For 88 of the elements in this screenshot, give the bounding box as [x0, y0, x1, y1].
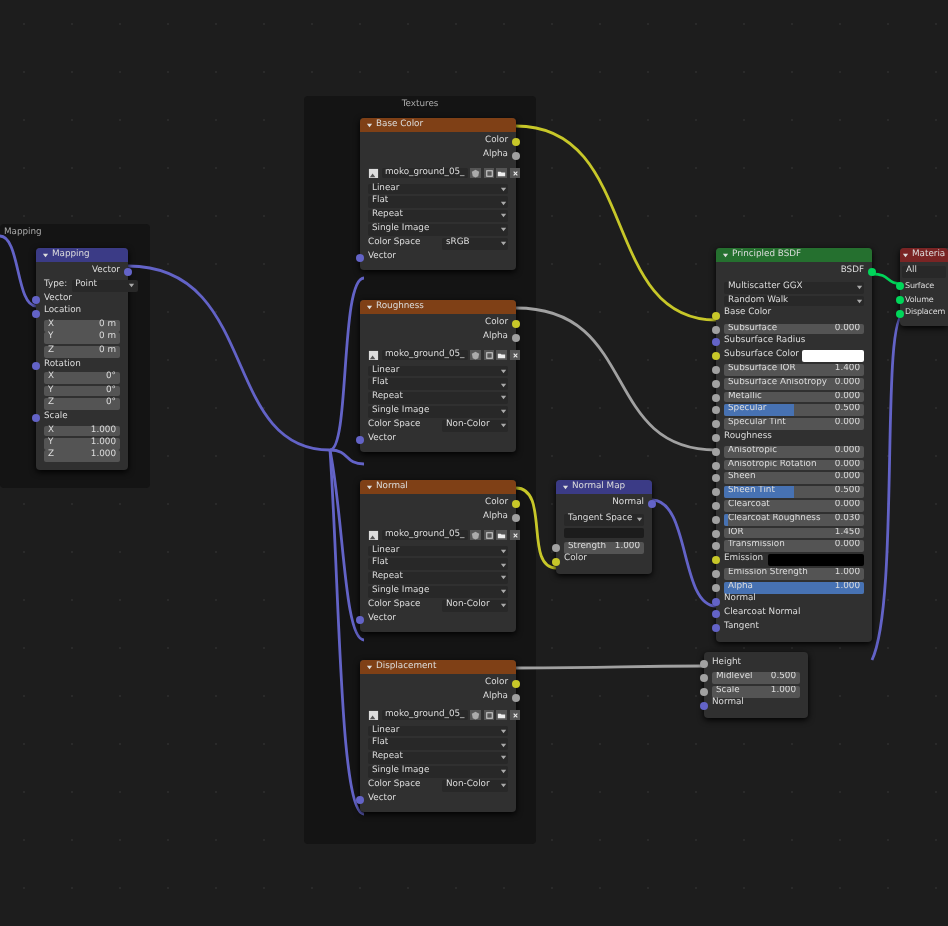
- caret-icon[interactable]: [366, 663, 373, 671]
- color-swatch[interactable]: [767, 554, 864, 567]
- socket-dot[interactable]: [32, 295, 40, 304]
- close-icon[interactable]: [509, 529, 521, 541]
- folder-icon[interactable]: [496, 709, 508, 721]
- socket-dot[interactable]: [512, 334, 520, 343]
- node-link: [515, 486, 557, 570]
- socket-dot[interactable]: [712, 433, 720, 442]
- color-swatch[interactable]: [802, 350, 864, 363]
- shield-icon[interactable]: [470, 709, 482, 721]
- socket-dot[interactable]: [712, 610, 720, 619]
- socket-dot[interactable]: [712, 542, 720, 551]
- socket-dot[interactable]: [868, 268, 876, 277]
- socket-dot[interactable]: [712, 311, 720, 320]
- copy-icon[interactable]: [483, 349, 495, 361]
- socket-dot[interactable]: [356, 435, 364, 444]
- socket-dot[interactable]: [552, 557, 560, 566]
- caret-icon[interactable]: [902, 251, 909, 259]
- socket-dot[interactable]: [356, 795, 364, 804]
- socket-dot[interactable]: [356, 253, 364, 262]
- close-icon[interactable]: [509, 709, 521, 721]
- socket-dot[interactable]: [712, 352, 720, 361]
- socket-dot[interactable]: [124, 268, 132, 277]
- socket-dot[interactable]: [712, 447, 720, 456]
- shield-icon[interactable]: [470, 349, 482, 361]
- socket-dot[interactable]: [512, 680, 520, 689]
- socket-dot[interactable]: [712, 556, 720, 565]
- socket-dot[interactable]: [32, 414, 40, 423]
- socket-dot[interactable]: [712, 325, 720, 334]
- socket-dot[interactable]: [648, 500, 656, 509]
- socket-dot[interactable]: [712, 583, 720, 592]
- socket-dot[interactable]: [512, 500, 520, 509]
- folder-icon[interactable]: [496, 529, 508, 541]
- socket-dot[interactable]: [896, 295, 904, 304]
- image-icon[interactable]: [368, 167, 379, 179]
- socket-dot[interactable]: [712, 338, 720, 347]
- socket-dot[interactable]: [896, 309, 904, 318]
- uv-map-field[interactable]: [564, 527, 644, 539]
- socket-dot[interactable]: [712, 529, 720, 538]
- caret-icon[interactable]: [722, 251, 729, 259]
- socket-dot[interactable]: [712, 569, 720, 578]
- socket-dot[interactable]: [712, 501, 720, 510]
- shield-icon[interactable]: [470, 167, 482, 179]
- caret-icon[interactable]: [42, 251, 49, 259]
- socket-dot[interactable]: [700, 687, 708, 696]
- node-link: [651, 498, 717, 608]
- socket-dot[interactable]: [32, 361, 40, 370]
- socket-dot[interactable]: [512, 152, 520, 161]
- socket-dot[interactable]: [512, 320, 520, 329]
- caret-icon[interactable]: [366, 303, 373, 311]
- caret-icon[interactable]: [366, 483, 373, 491]
- caret-icon[interactable]: [562, 483, 569, 491]
- image-icon[interactable]: [368, 709, 379, 721]
- copy-icon[interactable]: [483, 167, 495, 179]
- node-card[interactable]: [716, 248, 872, 642]
- folder-icon[interactable]: [496, 349, 508, 361]
- socket-dot[interactable]: [712, 461, 720, 470]
- socket-dot[interactable]: [356, 615, 364, 624]
- socket-dot[interactable]: [512, 514, 520, 523]
- image-icon[interactable]: [368, 529, 379, 541]
- socket-dot[interactable]: [712, 420, 720, 429]
- socket-dot[interactable]: [552, 543, 560, 552]
- socket-dot[interactable]: [712, 406, 720, 415]
- folder-icon[interactable]: [496, 167, 508, 179]
- copy-icon[interactable]: [483, 709, 495, 721]
- caret-icon[interactable]: [366, 121, 373, 129]
- socket-dot[interactable]: [896, 282, 904, 291]
- shield-icon[interactable]: [470, 529, 482, 541]
- socket-dot[interactable]: [700, 701, 708, 710]
- socket-dot[interactable]: [712, 474, 720, 483]
- socket-dot[interactable]: [712, 365, 720, 374]
- caret-icon: [128, 282, 136, 290]
- socket-dot[interactable]: [712, 624, 720, 633]
- socket-dot[interactable]: [32, 309, 40, 318]
- socket-dot[interactable]: [712, 515, 720, 524]
- socket-dot[interactable]: [712, 488, 720, 497]
- socket-dot[interactable]: [700, 674, 708, 683]
- socket-dot[interactable]: [512, 138, 520, 147]
- close-icon[interactable]: [509, 167, 521, 179]
- node-link: [0, 234, 37, 308]
- copy-icon[interactable]: [483, 529, 495, 541]
- socket-dot[interactable]: [712, 379, 720, 388]
- socket-dot[interactable]: [712, 597, 720, 606]
- image-icon[interactable]: [368, 349, 379, 361]
- socket-dot[interactable]: [712, 393, 720, 402]
- socket-dot[interactable]: [700, 660, 708, 669]
- close-icon[interactable]: [509, 349, 521, 361]
- socket-dot[interactable]: [512, 694, 520, 703]
